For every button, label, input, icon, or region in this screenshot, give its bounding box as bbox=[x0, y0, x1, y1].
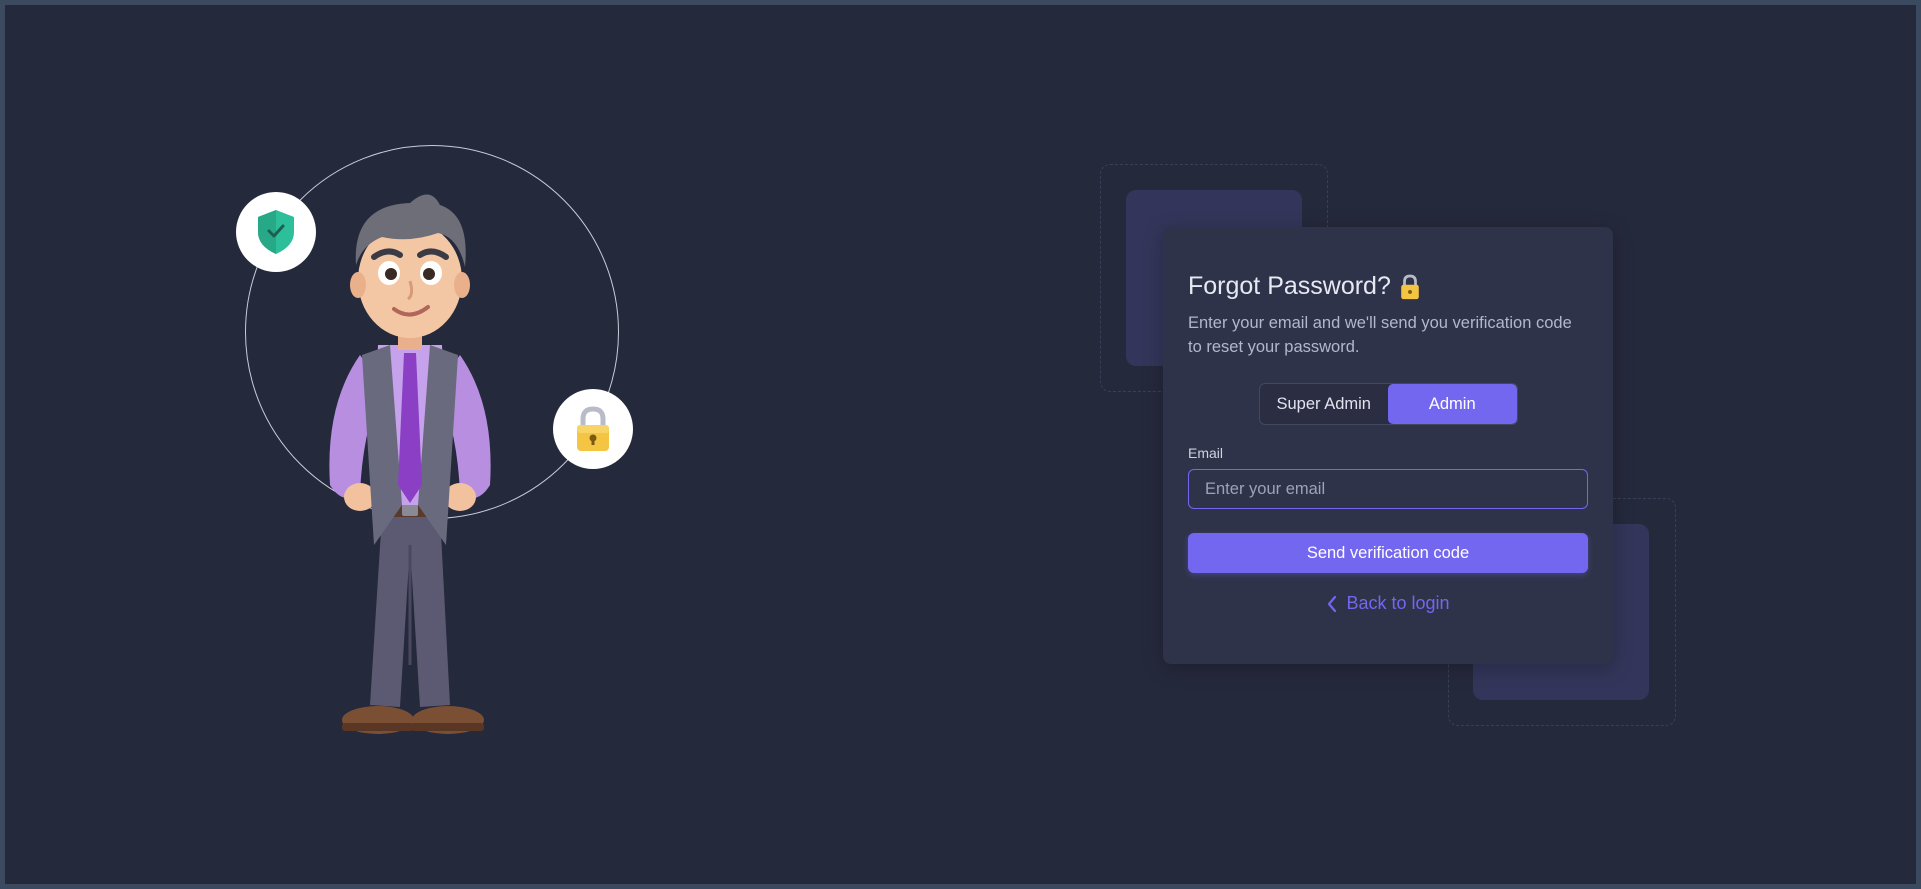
card-header: Forgot Password? bbox=[1188, 272, 1588, 301]
role-super-admin-button[interactable]: Super Admin bbox=[1260, 384, 1389, 424]
page-title: Forgot Password? bbox=[1188, 272, 1391, 300]
person-illustration bbox=[329, 194, 491, 734]
email-label: Email bbox=[1188, 445, 1224, 461]
padlock-icon bbox=[577, 406, 609, 451]
chevron-left-icon bbox=[1328, 595, 1337, 612]
padlock-icon bbox=[1401, 274, 1419, 299]
role-switch: Super Admin Admin bbox=[1258, 383, 1518, 425]
email-input[interactable] bbox=[1188, 469, 1588, 509]
back-to-login-link[interactable]: Back to login bbox=[1188, 593, 1588, 614]
shield-check-icon bbox=[258, 210, 294, 254]
forgot-password-card: Forgot Password? Enter your email and we… bbox=[1163, 227, 1613, 664]
page-subtitle: Enter your email and we'll send you veri… bbox=[1188, 314, 1572, 356]
hero-illustration bbox=[230, 140, 650, 760]
send-verification-code-button[interactable]: Send verification code bbox=[1188, 533, 1588, 573]
shield-badge bbox=[236, 192, 316, 272]
back-to-login-label: Back to login bbox=[1346, 593, 1450, 613]
padlock-badge bbox=[553, 389, 633, 469]
role-admin-button[interactable]: Admin bbox=[1388, 384, 1517, 424]
